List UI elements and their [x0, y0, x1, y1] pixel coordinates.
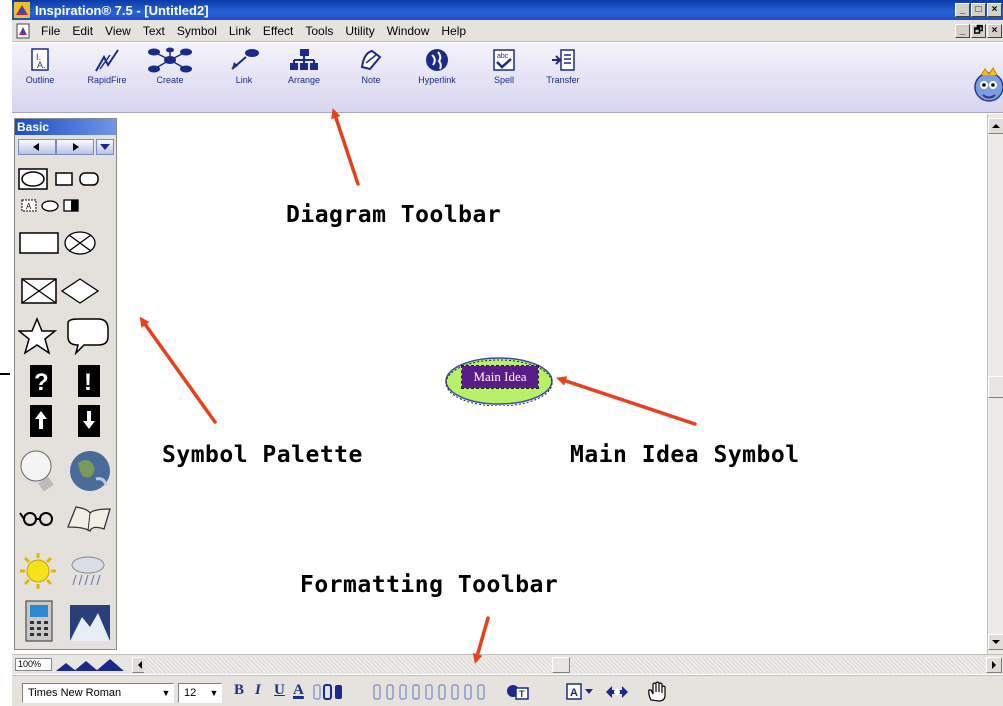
arrow-to-diagram-toolbar	[331, 108, 360, 186]
arrow-to-main-idea	[556, 376, 697, 426]
annotation-arrows	[139, 108, 697, 664]
arrow-to-symbol-palette	[139, 316, 217, 424]
arrow-to-formatting-toolbar	[472, 616, 490, 664]
